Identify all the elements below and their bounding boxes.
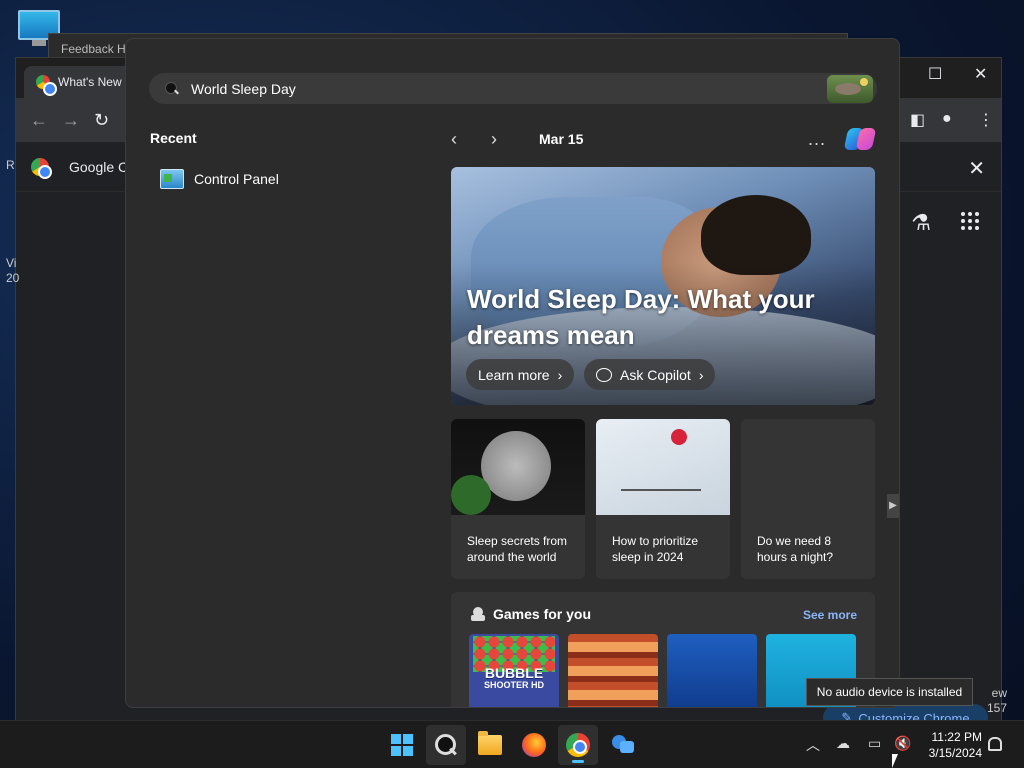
forward-icon[interactable]: → bbox=[62, 110, 80, 131]
search-flyout: Recent Control Panel ‹ › Mar 15 ... Worl… bbox=[125, 38, 900, 708]
chrome-icon bbox=[566, 733, 590, 757]
search-highlight-doodle-icon[interactable] bbox=[827, 75, 873, 103]
feedback-hub-icon bbox=[610, 733, 634, 757]
left-edge-text-1: R bbox=[6, 158, 15, 172]
notification-bell-icon[interactable] bbox=[988, 737, 1002, 751]
see-more-link[interactable]: See more bbox=[803, 608, 857, 622]
bookmark-item-google-chrome[interactable]: Google Ch bbox=[31, 158, 136, 179]
start-button[interactable] bbox=[382, 725, 422, 765]
taskbar-clock[interactable]: 11:22 PM 3/15/2024 bbox=[922, 729, 982, 761]
feed-date: Mar 15 bbox=[539, 131, 584, 147]
koala-image bbox=[451, 419, 585, 515]
search-box[interactable] bbox=[149, 73, 877, 104]
recent-heading: Recent bbox=[150, 130, 197, 146]
games-heading: Games for you bbox=[471, 606, 591, 622]
menu-kebab-icon[interactable]: ⋮ bbox=[978, 110, 996, 129]
calendar-image bbox=[596, 419, 730, 515]
game-tile-3[interactable] bbox=[667, 634, 757, 707]
right-edge-text-2: 157 bbox=[986, 701, 1007, 715]
game-subtitle: SHOOTER HD bbox=[483, 680, 544, 690]
chat-bubble-icon bbox=[596, 367, 612, 382]
back-icon[interactable]: ← bbox=[30, 110, 48, 131]
more-options-icon[interactable]: ... bbox=[808, 129, 826, 150]
side-panel-icon[interactable]: ◧ bbox=[910, 110, 928, 129]
chevron-right-icon: › bbox=[698, 366, 704, 383]
left-edge-text-2: Vi bbox=[6, 256, 17, 270]
news-card-caption: Do we need 8 hours a night? bbox=[757, 534, 834, 564]
feedback-hub-taskbar-button[interactable] bbox=[602, 725, 642, 765]
windows-logo-icon bbox=[391, 734, 413, 756]
hero-title: World Sleep Day: What your dreams mean bbox=[467, 284, 815, 350]
close-panel-icon[interactable]: ✕ bbox=[968, 156, 985, 181]
mouse-cursor bbox=[892, 754, 898, 768]
recent-item-control-panel[interactable]: Control Panel bbox=[160, 169, 279, 189]
games-title: Games for you bbox=[493, 606, 592, 622]
taskbar-search-button[interactable] bbox=[426, 725, 466, 765]
audio-tooltip: No audio device is installed bbox=[806, 678, 973, 706]
chrome-icon bbox=[36, 75, 57, 96]
learn-more-button[interactable]: Learn more › bbox=[466, 359, 575, 390]
monitor-stand bbox=[32, 40, 46, 46]
maximize-icon[interactable]: ☐ bbox=[928, 64, 942, 84]
chrome-tab-title: What's New bbox=[58, 75, 122, 89]
left-edge-text-3: 20 bbox=[6, 271, 20, 285]
chevron-right-icon[interactable]: › bbox=[491, 129, 531, 150]
clock-date: 3/15/2024 bbox=[928, 746, 982, 760]
clock-time: 11:22 PM bbox=[931, 730, 982, 744]
carousel-next-icon[interactable]: ▶ bbox=[887, 494, 899, 518]
game-title: BUBBLE bbox=[484, 665, 544, 681]
file-explorer-button[interactable] bbox=[470, 725, 510, 765]
network-icon[interactable]: ▭ bbox=[868, 735, 881, 752]
chrome-taskbar-button[interactable] bbox=[558, 725, 598, 765]
apps-grid-icon[interactable] bbox=[961, 212, 979, 230]
search-input[interactable] bbox=[191, 80, 791, 97]
flask-icon[interactable]: ⚗ bbox=[911, 210, 931, 236]
game-tile-bubble-shooter[interactable]: BUBBLE SHOOTER HD bbox=[469, 634, 559, 707]
news-card-caption: How to prioritize sleep in 2024 bbox=[612, 534, 699, 564]
news-card-2[interactable]: How to prioritize sleep in 2024 bbox=[596, 419, 730, 579]
learn-more-label: Learn more bbox=[478, 366, 550, 383]
game-tile-2[interactable] bbox=[568, 634, 658, 707]
news-card-1[interactable]: Sleep secrets from around the world bbox=[451, 419, 585, 579]
ask-copilot-label: Ask Copilot bbox=[620, 366, 691, 383]
copilot-icon[interactable] bbox=[843, 124, 877, 154]
close-icon[interactable]: ✕ bbox=[974, 64, 987, 84]
chevron-up-icon[interactable]: ︿ bbox=[806, 735, 820, 755]
recent-item-label: Control Panel bbox=[194, 171, 279, 187]
ask-copilot-button[interactable]: Ask Copilot › bbox=[584, 359, 716, 390]
running-indicator bbox=[572, 760, 584, 763]
cloud-offline-icon[interactable]: ☁ bbox=[836, 735, 850, 752]
search-icon bbox=[435, 734, 457, 756]
folder-icon bbox=[478, 731, 502, 755]
right-edge-text-1: ew bbox=[991, 686, 1007, 700]
chrome-icon bbox=[31, 158, 52, 179]
taskbar: ︿ ☁ ▭ 🔇 11:22 PM 3/15/2024 bbox=[0, 720, 1024, 768]
news-card-caption: Sleep secrets from around the world bbox=[467, 534, 568, 564]
chess-pawn-icon bbox=[471, 607, 485, 621]
chevron-left-icon[interactable]: ‹ bbox=[451, 129, 491, 150]
feedback-hub-title: Feedback Hu bbox=[61, 42, 133, 56]
search-icon bbox=[165, 81, 179, 96]
reload-icon[interactable]: ↻ bbox=[94, 110, 109, 131]
firefox-button[interactable] bbox=[514, 725, 554, 765]
firefox-icon bbox=[522, 733, 546, 757]
speaker-muted-icon[interactable]: 🔇 bbox=[894, 735, 911, 752]
profile-icon[interactable]: ● bbox=[942, 110, 960, 128]
feed-date-row: ‹ › Mar 15 ... bbox=[451, 124, 877, 154]
chevron-right-icon: › bbox=[557, 366, 563, 383]
news-card-3[interactable]: Do we need 8 hours a night? bbox=[741, 419, 875, 579]
hero-card[interactable]: World Sleep Day: What your dreams mean L… bbox=[451, 167, 875, 405]
control-panel-icon bbox=[160, 169, 184, 189]
